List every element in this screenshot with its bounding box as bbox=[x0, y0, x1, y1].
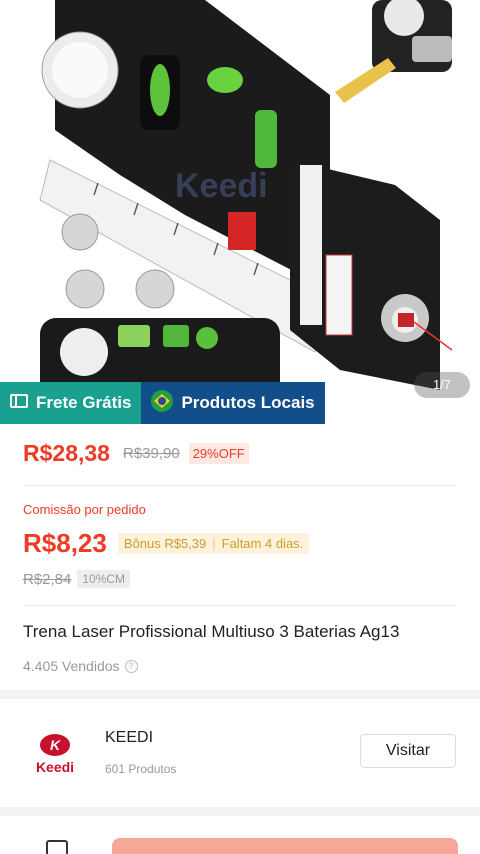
store-name[interactable]: KEEDI bbox=[105, 729, 153, 747]
store-product-count: 601 Produtos bbox=[105, 762, 177, 776]
badge-row: Frete Grátis Produtos Locais bbox=[0, 382, 325, 424]
free-shipping-label: Frete Grátis bbox=[36, 393, 132, 412]
visit-store-button[interactable]: Visitar bbox=[360, 734, 456, 768]
coupon-icon bbox=[10, 393, 28, 413]
section-separator bbox=[0, 690, 480, 699]
store-logo[interactable]: K Keedi bbox=[24, 725, 86, 779]
watermark: Keedi bbox=[175, 167, 268, 205]
brazil-flag-icon bbox=[151, 389, 174, 417]
local-products-label: Produtos Locais bbox=[181, 393, 315, 412]
commission-rate-row: R$2,84 10%CM bbox=[23, 570, 131, 588]
product-image: Keedi bbox=[39, 0, 453, 398]
divider bbox=[23, 485, 456, 486]
bonus-amount: Bônus R$5,39 bbox=[123, 536, 207, 551]
discount-badge: 29%OFF bbox=[188, 443, 249, 464]
sold-count: 4.405 Vendidos bbox=[23, 658, 120, 674]
product-image-gallery[interactable]: Keedi 1/7 bbox=[0, 0, 480, 398]
old-commission: R$2,84 bbox=[23, 570, 72, 588]
section-separator bbox=[0, 807, 480, 816]
store-icon[interactable] bbox=[46, 840, 68, 854]
local-products-badge: Produtos Locais bbox=[141, 382, 325, 424]
free-shipping-badge: Frete Grátis bbox=[0, 382, 142, 424]
help-icon[interactable]: ? bbox=[124, 659, 138, 673]
bonus-badge: Bônus R$5,39 | Faltam 4 dias. bbox=[117, 533, 310, 554]
current-price: R$28,38 bbox=[23, 440, 110, 466]
svg-text:K: K bbox=[50, 737, 61, 753]
commission-row: R$8,23 Bônus R$5,39 | Faltam 4 dias. bbox=[23, 528, 310, 559]
store-logo-text: Keedi bbox=[36, 759, 74, 775]
price-row: R$28,38 R$39,90 29%OFF bbox=[23, 440, 249, 467]
divider bbox=[23, 605, 456, 606]
bonus-remaining: Faltam 4 dias. bbox=[221, 536, 304, 551]
commission-rate-badge: 10%CM bbox=[77, 570, 131, 588]
sold-count-row: 4.405 Vendidos ? bbox=[23, 658, 138, 674]
original-price: R$39,90 bbox=[122, 445, 180, 462]
commission-label: Comissão por pedido bbox=[23, 502, 146, 517]
commission-value: R$8,23 bbox=[23, 528, 107, 558]
product-title: Trena Laser Profissional Multiuso 3 Bate… bbox=[23, 622, 400, 641]
primary-action-button[interactable] bbox=[112, 838, 458, 854]
page-indicator: 1/7 bbox=[414, 372, 470, 398]
